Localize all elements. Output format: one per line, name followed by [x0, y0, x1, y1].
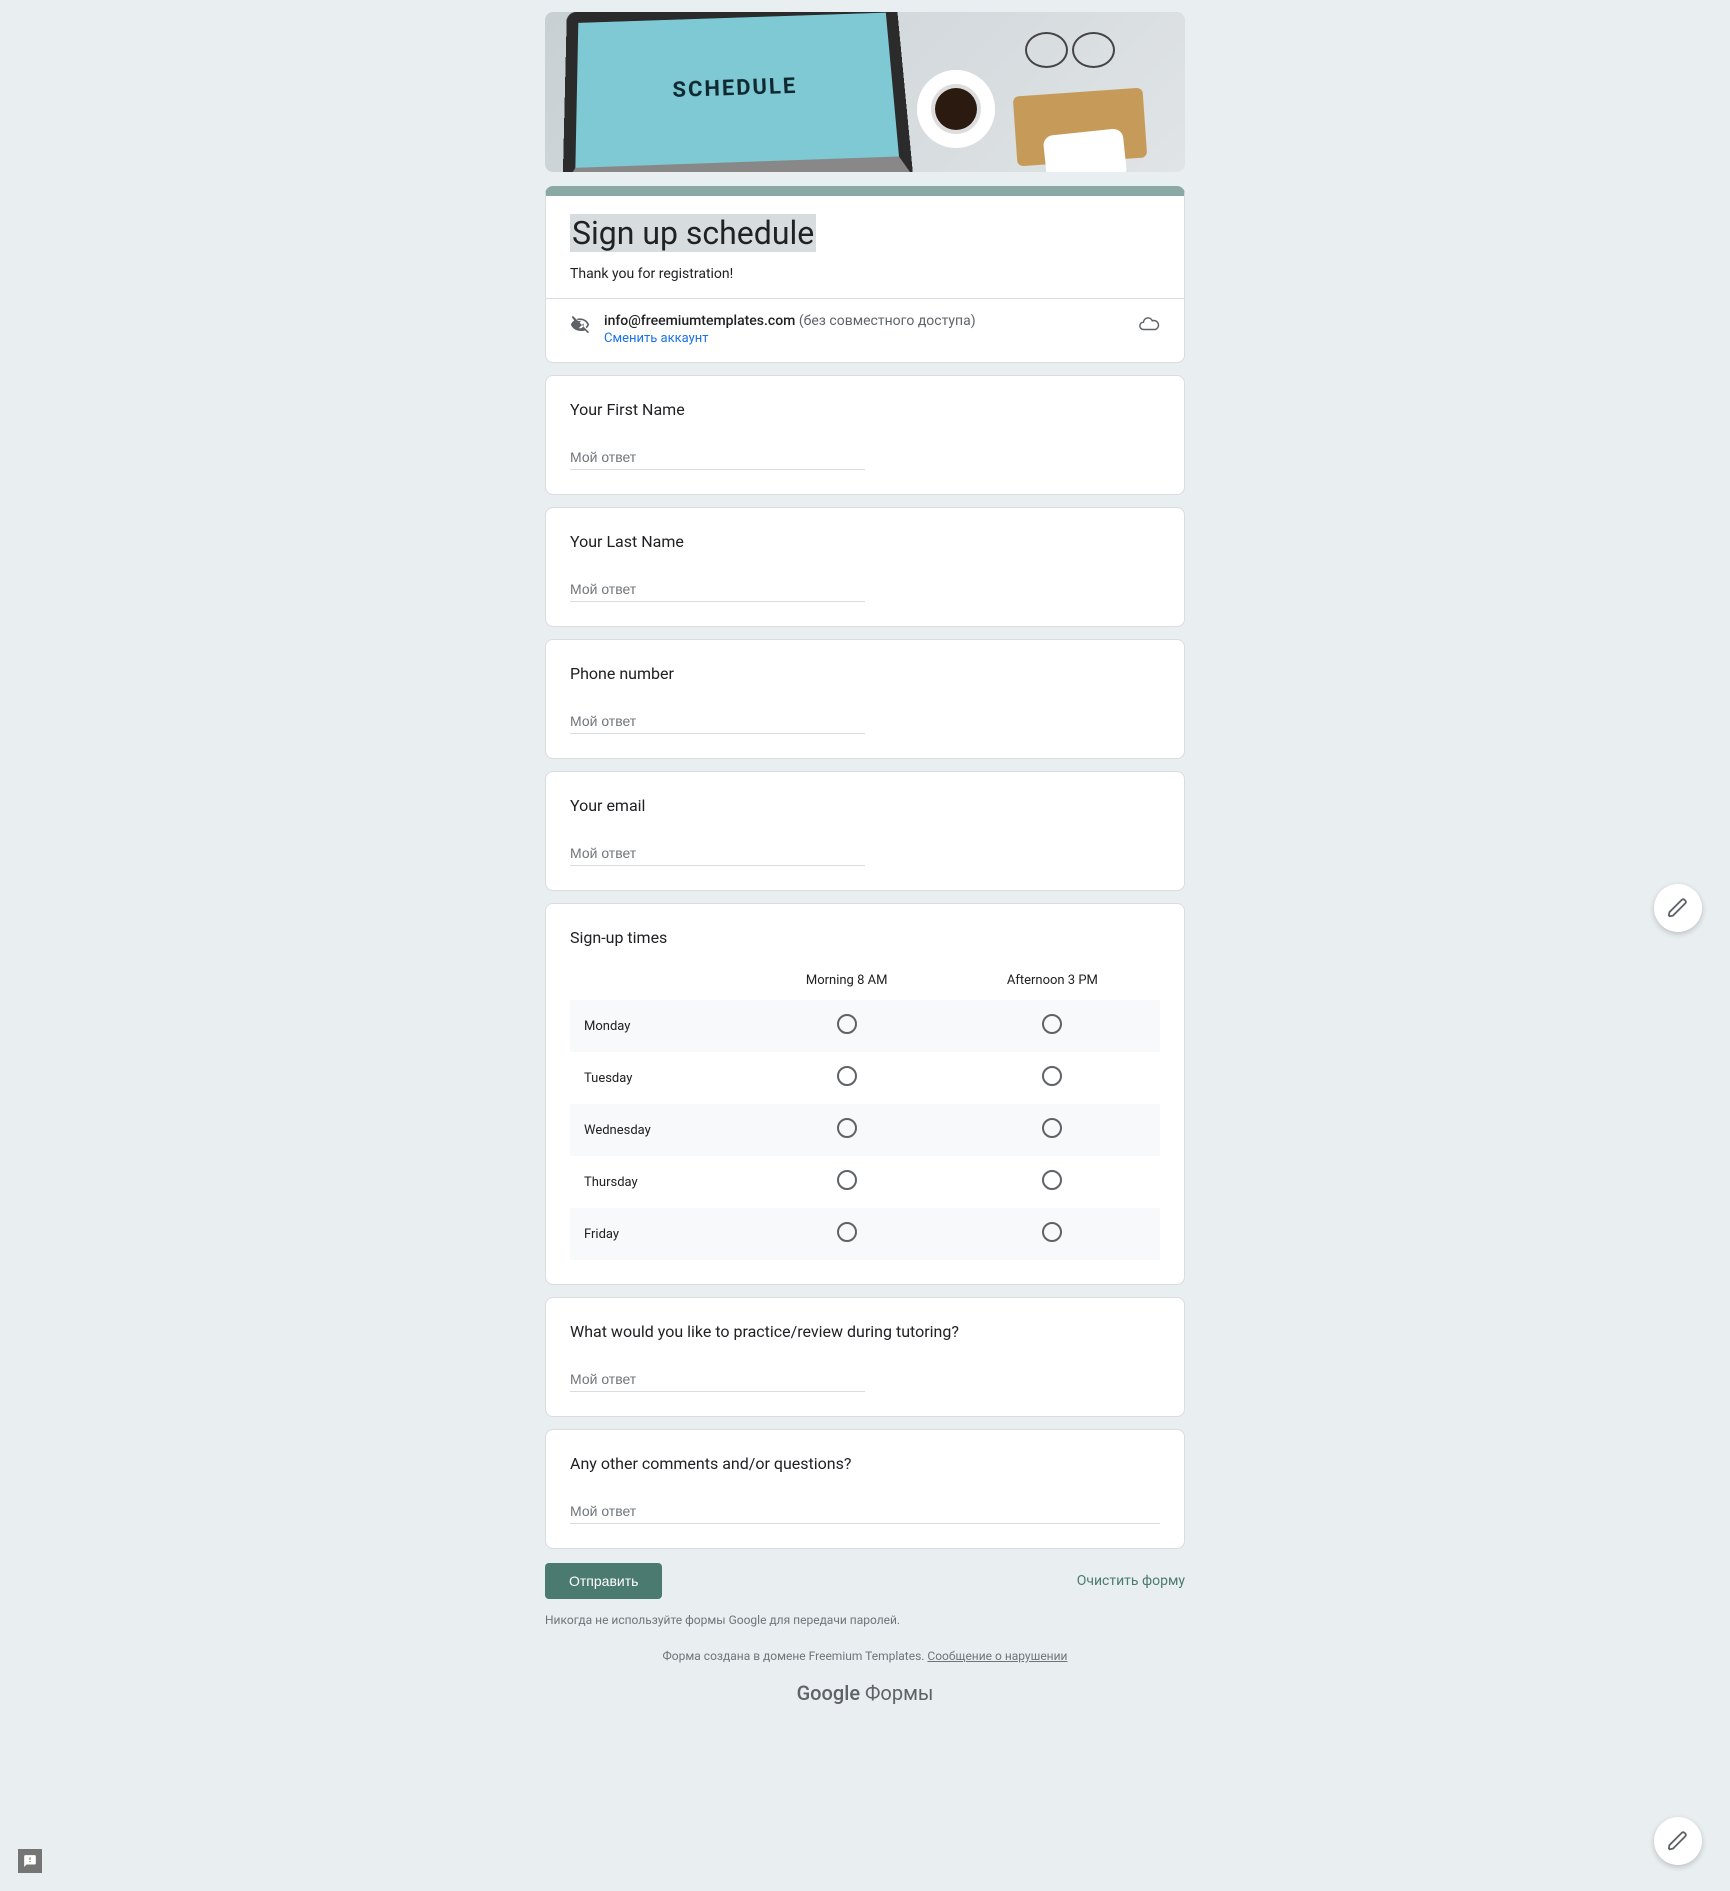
question-last-name: Your Last Name: [545, 507, 1185, 627]
signup-times-label: Sign-up times: [570, 928, 1160, 947]
submit-button[interactable]: Отправить: [545, 1563, 662, 1599]
phone-input[interactable]: [570, 709, 865, 734]
practice-input[interactable]: [570, 1367, 865, 1392]
grid-radio[interactable]: [1042, 1066, 1062, 1086]
account-bar: info@freemiumtemplates.com (без совместн…: [546, 298, 1184, 362]
google-forms-logo[interactable]: Google Формы: [545, 1681, 1185, 1705]
grid-radio[interactable]: [837, 1170, 857, 1190]
grid-row-label: Friday: [570, 1208, 749, 1260]
question-phone: Phone number: [545, 639, 1185, 759]
form-title: Sign up schedule: [570, 214, 816, 252]
email-input[interactable]: [570, 841, 865, 866]
grid-radio[interactable]: [837, 1014, 857, 1034]
comments-input[interactable]: [570, 1499, 1160, 1524]
grid-radio[interactable]: [1042, 1170, 1062, 1190]
grid-radio[interactable]: [837, 1222, 857, 1242]
grid-row: Wednesday: [570, 1104, 1160, 1156]
grid-row-label: Wednesday: [570, 1104, 749, 1156]
edit-form-fab-bottom[interactable]: [1654, 1817, 1702, 1865]
signup-times-grid: Morning 8 AM Afternoon 3 PM MondayTuesda…: [570, 961, 1160, 1260]
comments-label: Any other comments and/or questions?: [570, 1454, 1160, 1473]
phone-label: Phone number: [570, 664, 1160, 683]
grid-row: Tuesday: [570, 1052, 1160, 1104]
edit-form-fab[interactable]: [1654, 884, 1702, 932]
grid-row: Thursday: [570, 1156, 1160, 1208]
first-name-input[interactable]: [570, 445, 865, 470]
banner-glasses-illustration: [1025, 32, 1115, 68]
grid-row-label: Tuesday: [570, 1052, 749, 1104]
domain-info: Форма создана в домене Freemium Template…: [545, 1649, 1185, 1663]
grid-col-0: Morning 8 AM: [749, 961, 945, 1000]
grid-radio[interactable]: [1042, 1014, 1062, 1034]
password-disclaimer: Никогда не используйте формы Google для …: [545, 1613, 1185, 1627]
banner-coffee-illustration: [917, 70, 995, 148]
pencil-icon: [1667, 897, 1689, 919]
form-header-card: Sign up schedule Thank you for registrat…: [545, 186, 1185, 363]
grid-row-label: Monday: [570, 1000, 749, 1052]
account-shared-note: (без совместного доступа): [799, 313, 976, 329]
question-practice: What would you like to practice/review d…: [545, 1297, 1185, 1417]
grid-radio[interactable]: [1042, 1222, 1062, 1242]
domain-prefix: Форма создана в домене Freemium Template…: [663, 1649, 928, 1663]
pencil-icon: [1667, 1830, 1689, 1852]
form-footer: Отправить Очистить форму: [545, 1563, 1185, 1599]
logo-product: Формы: [860, 1681, 933, 1705]
visibility-off-icon: [570, 315, 590, 335]
report-abuse-link[interactable]: Сообщение о нарушении: [927, 1649, 1067, 1663]
report-problem-button[interactable]: [18, 1849, 42, 1873]
practice-label: What would you like to practice/review d…: [570, 1322, 1160, 1341]
question-first-name: Your First Name: [545, 375, 1185, 495]
grid-radio[interactable]: [1042, 1118, 1062, 1138]
question-email: Your email: [545, 771, 1185, 891]
grid-col-1: Afternoon 3 PM: [945, 961, 1160, 1000]
account-email: info@freemiumtemplates.com: [604, 313, 795, 329]
form-banner: SCHEDULE: [545, 12, 1185, 172]
switch-account-link[interactable]: Сменить аккаунт: [604, 331, 709, 346]
last-name-label: Your Last Name: [570, 532, 1160, 551]
cloud-save-icon: [1138, 313, 1160, 335]
question-comments: Any other comments and/or questions?: [545, 1429, 1185, 1549]
grid-radio[interactable]: [837, 1066, 857, 1086]
first-name-label: Your First Name: [570, 400, 1160, 419]
logo-brand: Google: [797, 1681, 860, 1705]
grid-radio[interactable]: [837, 1118, 857, 1138]
email-label: Your email: [570, 796, 1160, 815]
grid-row-label: Thursday: [570, 1156, 749, 1208]
report-icon: [23, 1854, 37, 1868]
banner-phone-illustration: [1043, 128, 1128, 172]
form-description: Thank you for registration!: [570, 266, 1160, 282]
clear-form-link[interactable]: Очистить форму: [1077, 1573, 1185, 1589]
grid-row: Monday: [570, 1000, 1160, 1052]
last-name-input[interactable]: [570, 577, 865, 602]
banner-screen-text: SCHEDULE: [575, 13, 899, 168]
grid-row: Friday: [570, 1208, 1160, 1260]
question-signup-times: Sign-up times Morning 8 AM Afternoon 3 P…: [545, 903, 1185, 1285]
